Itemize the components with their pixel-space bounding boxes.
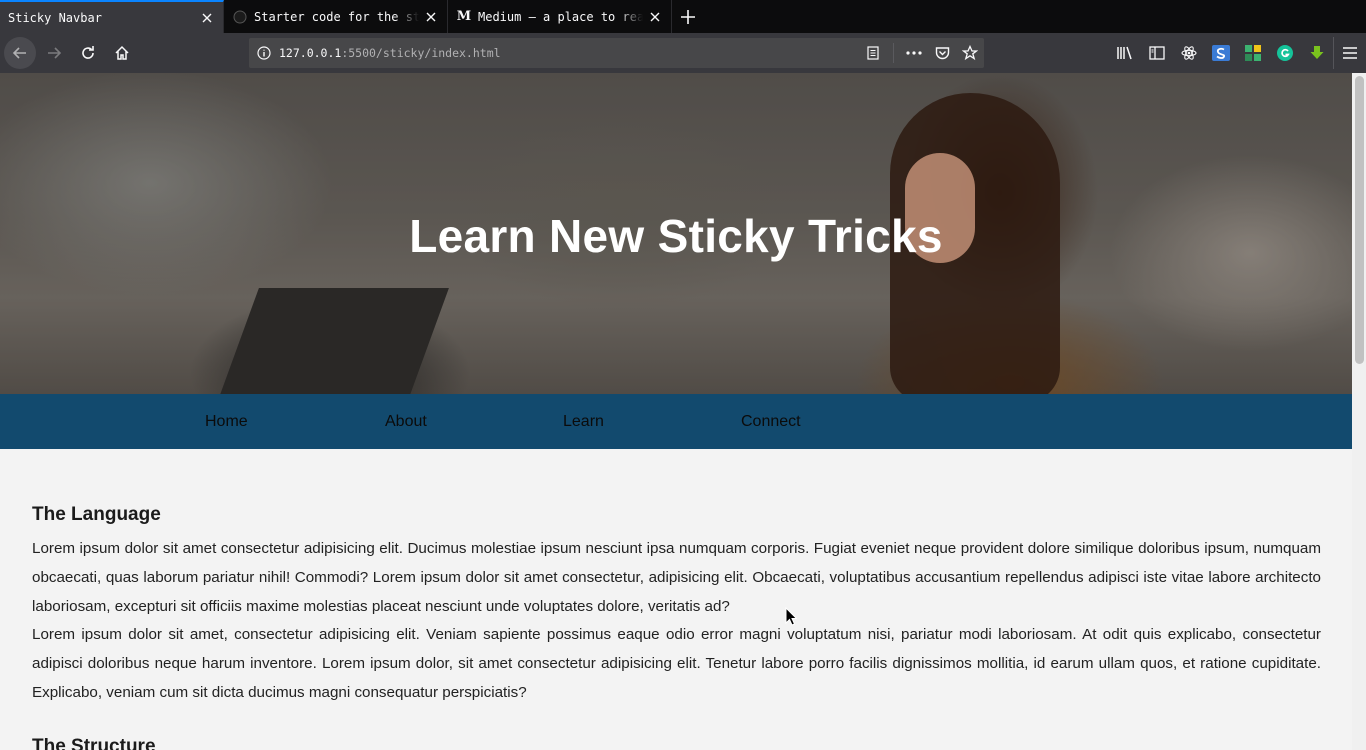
medium-icon: M: [456, 9, 472, 24]
web-page: Learn New Sticky Tricks Home About Learn…: [0, 73, 1352, 750]
url-bar[interactable]: 127.0.0.1:5500/sticky/index.html: [249, 38, 984, 68]
tab-sticky-navbar[interactable]: Sticky Navbar: [0, 0, 224, 33]
bookmark-star-icon[interactable]: [956, 39, 984, 67]
page-actions-icon[interactable]: [900, 39, 928, 67]
hero-photo-laptop: [217, 288, 449, 394]
plus-icon: [681, 9, 695, 24]
close-tab-icon[interactable]: [423, 9, 439, 25]
nav-link-about[interactable]: About: [385, 394, 427, 449]
scrollbar-thumb[interactable]: [1355, 76, 1364, 364]
tab-starter-code[interactable]: Starter code for the sticky: [224, 0, 448, 33]
stylus-extension-icon[interactable]: [1205, 37, 1237, 69]
url-path: :5500/sticky/index.html: [341, 46, 501, 60]
tab-title: Medium – a place to read: [478, 9, 643, 24]
github-icon: [232, 9, 248, 25]
site-info-icon[interactable]: [249, 46, 279, 60]
close-tab-icon[interactable]: [199, 10, 215, 26]
section-heading: The Structure: [32, 736, 156, 750]
tab-strip: Sticky Navbar Starter code for the stick…: [0, 0, 1366, 33]
reader-view-icon[interactable]: [859, 39, 887, 67]
close-tab-icon[interactable]: [647, 9, 663, 25]
nav-link-connect[interactable]: Connect: [741, 394, 801, 449]
sticky-navbar: Home About Learn Connect: [0, 394, 1352, 449]
url-host: 127.0.0.1: [279, 46, 342, 60]
navigation-toolbar: 127.0.0.1:5500/sticky/index.html: [0, 33, 1366, 73]
mouse-cursor-icon: [785, 606, 798, 631]
arrow-left-icon: [12, 47, 26, 59]
reload-icon: [82, 46, 94, 59]
home-icon: [115, 45, 129, 60]
tab-title: Starter code for the sticky: [254, 9, 419, 24]
hero-title: Learn New Sticky Tricks: [409, 210, 943, 262]
grammarly-icon[interactable]: [1269, 37, 1301, 69]
react-devtools-icon[interactable]: [1173, 37, 1205, 69]
hero-banner: Learn New Sticky Tricks: [0, 73, 1352, 394]
tab-title: Sticky Navbar: [8, 10, 102, 25]
menu-icon[interactable]: [1333, 37, 1366, 69]
url-separator: [893, 43, 894, 63]
paragraph: Lorem ipsum dolor sit amet consectetur a…: [32, 540, 1321, 615]
arrow-right-icon: [48, 47, 62, 59]
download-icon[interactable]: [1301, 37, 1333, 69]
library-icon[interactable]: [1109, 37, 1141, 69]
paragraph: Lorem ipsum dolor sit amet, consectetur …: [32, 626, 1321, 701]
pocket-icon[interactable]: [928, 39, 956, 67]
page-scrollbar[interactable]: [1352, 73, 1366, 750]
grid-extension-icon[interactable]: [1237, 37, 1269, 69]
back-button[interactable]: [4, 37, 36, 69]
tab-medium[interactable]: M Medium – a place to read: [448, 0, 672, 33]
nav-link-home[interactable]: Home: [205, 394, 248, 449]
home-button[interactable]: [106, 37, 138, 69]
section-heading: The Language: [32, 504, 161, 525]
new-tab-button[interactable]: [672, 0, 704, 33]
toolbar-icons: [1109, 33, 1366, 73]
sidebar-icon[interactable]: [1141, 37, 1173, 69]
reload-button[interactable]: [72, 37, 104, 69]
forward-button[interactable]: [38, 37, 70, 69]
nav-link-learn[interactable]: Learn: [563, 394, 604, 449]
